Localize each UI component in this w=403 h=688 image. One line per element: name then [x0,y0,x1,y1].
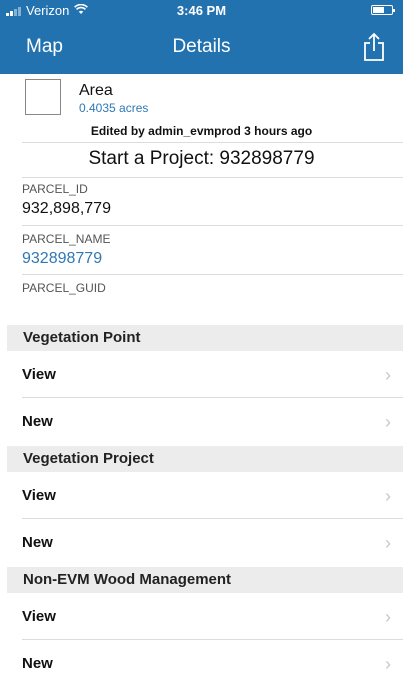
row-label: View [22,487,56,504]
row-label: New [22,655,53,672]
battery-icon [371,5,395,15]
chevron-right-icon: › [385,607,391,627]
project-title: Start a Project: 932898779 [88,148,315,169]
chevron-right-icon: › [385,486,391,506]
area-label: Area [79,82,113,99]
vegetation-project-view-row[interactable]: View › [22,472,403,520]
section-header-vegetation-project: Vegetation Project [7,446,403,472]
vegetation-point-new-row[interactable]: New › [22,398,403,446]
vegetation-project-new-row[interactable]: New › [22,519,403,567]
row-label: View [22,366,56,383]
vegetation-point-view-row[interactable]: View › [22,351,403,399]
chevron-right-icon: › [385,412,391,432]
row-label: New [22,534,53,551]
section-header-non-evm-wood-management: Non-EVM Wood Management [7,567,403,593]
chevron-right-icon: › [385,533,391,553]
attachment-thumbnail[interactable] [25,79,61,115]
row-label: New [22,413,53,430]
area-value: 0.4035 acres [79,101,149,115]
status-time: 3:46 PM [176,3,227,18]
share-icon[interactable] [361,32,387,62]
field-label-parcel-name: PARCEL_NAME [22,232,111,246]
field-value-parcel-id: 932,898,779 [22,200,111,217]
edited-info: Edited by admin_evmprod 3 hours ago [90,124,313,138]
page-title: Details [172,36,231,57]
navigation-bar: Map Details [0,22,403,74]
top-bar: Verizon 3:46 PM Map Details [0,0,403,74]
divider [22,274,403,275]
chevron-right-icon: › [385,365,391,385]
divider [22,225,403,226]
wood-management-new-row[interactable]: New › [22,640,403,688]
chevron-right-icon: › [385,654,391,674]
row-label: View [22,608,56,625]
field-value-parcel-name[interactable]: 932898779 [22,250,102,268]
status-bar: Verizon 3:46 PM [0,0,403,22]
section-header-vegetation-point: Vegetation Point [7,325,403,351]
field-label-parcel-guid: PARCEL_GUID [22,281,106,295]
wood-management-view-row[interactable]: View › [22,593,403,641]
field-label-parcel-id: PARCEL_ID [22,182,88,196]
divider [22,142,403,143]
divider [22,177,403,178]
